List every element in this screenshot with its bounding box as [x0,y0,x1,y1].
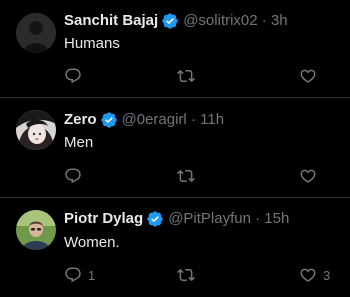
tweet-3[interactable]: Piotr Dylag @PitPlayfun · 15h Women. 1 3 [0,198,350,297]
reply-icon [64,67,82,85]
verified-badge-icon [100,111,118,129]
reply-count: 1 [88,267,96,283]
separator: · [257,12,271,29]
avatar[interactable] [16,13,56,53]
reply-button[interactable]: 1 [64,265,95,285]
reply-icon [64,266,82,284]
tweet-text: Humans [64,35,120,52]
retweet-button[interactable] [177,66,201,86]
reply-button[interactable] [64,166,88,186]
separator: · [250,210,265,227]
verified-badge-icon [161,12,179,30]
reply-button[interactable] [64,66,88,86]
retweet-icon [177,67,195,85]
author-handle[interactable]: @solitrix02 [183,11,257,31]
like-count: 3 [323,267,331,283]
verified-badge-icon [146,210,164,228]
retweet-button[interactable] [177,265,201,285]
like-button[interactable] [299,166,323,186]
heart-icon [299,67,317,85]
avatar[interactable] [16,210,56,250]
like-button[interactable] [299,66,323,86]
author-name[interactable]: Zero [64,110,97,130]
timestamp[interactable]: 15h [264,209,289,229]
timestamp[interactable]: 3h [271,11,288,31]
reply-icon [64,167,82,185]
tweet-text: Men [64,134,94,151]
heart-icon [299,266,317,284]
tweet-text: Women. [64,234,120,251]
retweet-icon [177,167,195,185]
tweet-2[interactable]: Zero @0eragirl · 11h Men [0,98,350,197]
avatar[interactable] [16,110,56,150]
author-name[interactable]: Piotr Dylag [64,209,143,229]
heart-icon [299,167,317,185]
like-button[interactable]: 3 [299,265,330,285]
tweet-1[interactable]: Sanchit Bajaj @solitrix02 · 3h Humans [0,0,350,97]
author-handle[interactable]: @PitPlayfun [168,209,251,229]
author-name[interactable]: Sanchit Bajaj [64,11,158,31]
timestamp[interactable]: 11h [200,110,224,130]
retweet-icon [177,266,195,284]
retweet-button[interactable] [177,166,201,186]
separator: · [186,111,201,128]
author-handle[interactable]: @0eragirl [122,110,187,130]
